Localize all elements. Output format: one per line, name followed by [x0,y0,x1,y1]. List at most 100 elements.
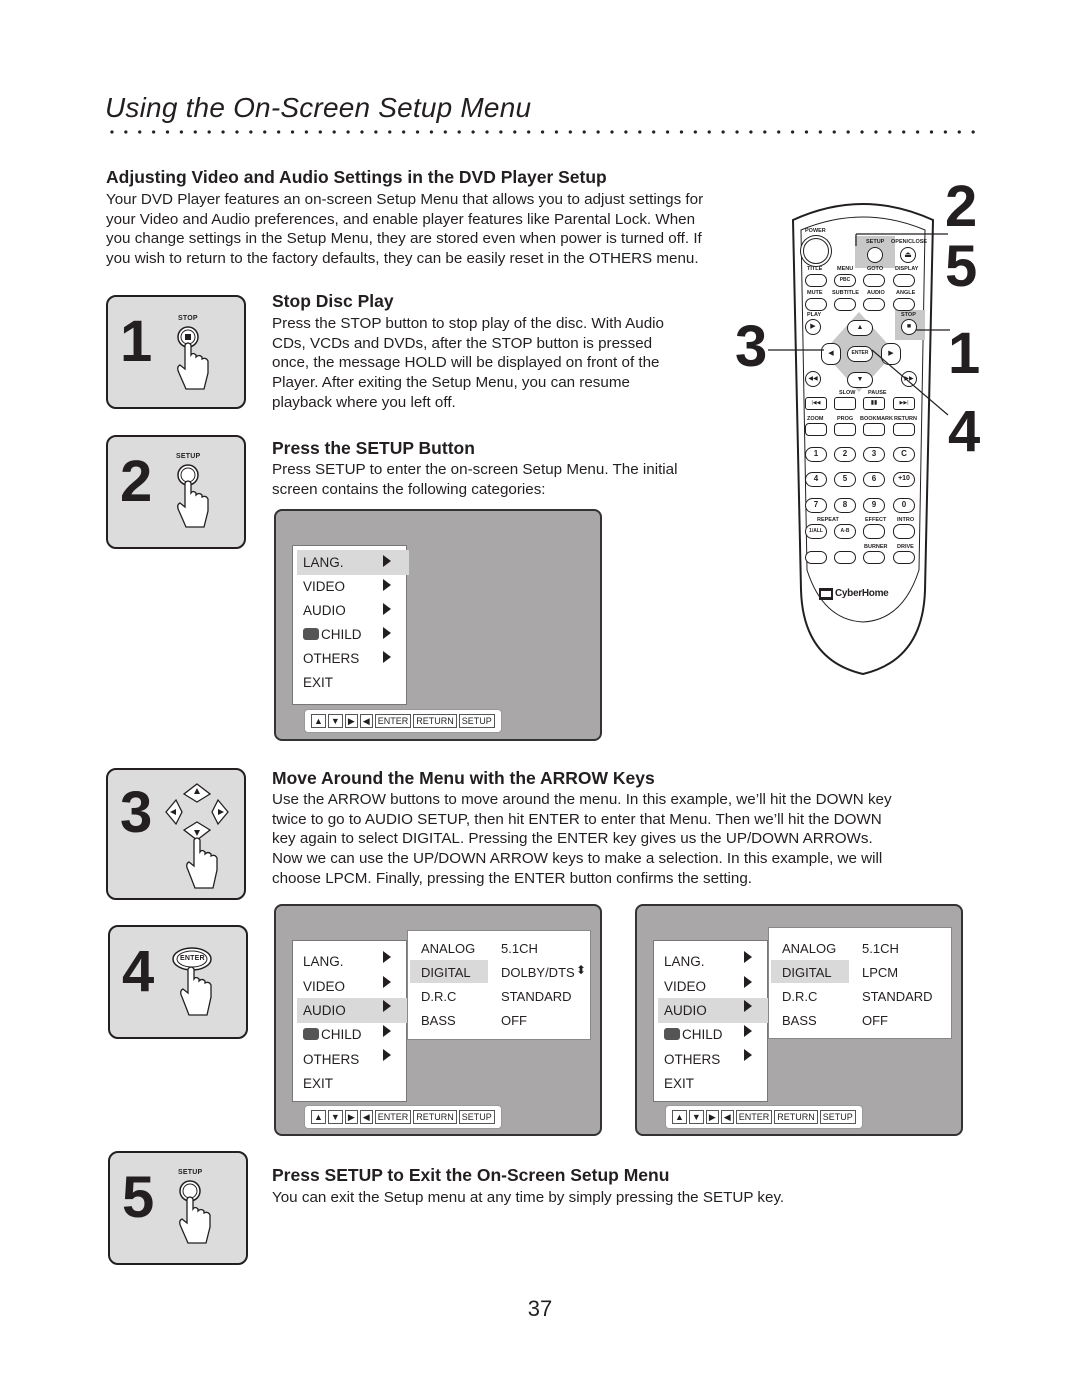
menu-item-video[interactable]: VIDEO [303,579,345,594]
step-3-text: Use the ARROW buttons to move around the… [272,790,972,889]
submenu-arrow-icon [383,555,391,567]
child-icon [664,1028,680,1040]
menu-item-video[interactable]: VIDEO [664,979,706,994]
submenu-label-bass[interactable]: BASS [421,1013,456,1028]
submenu-arrow-icon [744,1000,752,1012]
setup-screen-audio-lpcm: LANG. VIDEO AUDIO CHILD OTHERS EXIT ANAL… [635,904,963,1136]
callout-number: 5 [945,234,978,299]
submenu-value: OFF [501,1013,527,1028]
key-hint-bar: ▲ ▼ ▶ ◀ ENTER RETURN SETUP [304,709,502,733]
effect-button[interactable] [863,524,885,539]
button-label: ENTER [180,955,205,962]
submenu-label-bass[interactable]: BASS [782,1013,817,1028]
submenu-arrow-icon [744,951,752,963]
step-2-box: 2 SETUP [106,435,246,549]
audio-submenu: ANALOG 5.1CH DIGITAL LPCM D.R.C STANDARD… [768,927,952,1039]
submenu-arrow-icon [383,651,391,663]
step-1-box: 1 STOP [106,295,246,409]
return-key: RETURN [413,1110,457,1124]
step-3-box: 3 [106,768,246,900]
menu-item-others[interactable]: OTHERS [664,1052,720,1067]
plus10-button[interactable]: +10 [893,472,915,487]
num-button[interactable]: 8 [834,498,856,513]
submenu-label-drc[interactable]: D.R.C [782,989,817,1004]
button-label: SETUP [176,453,201,460]
callout-number: 3 [735,314,768,379]
submenu-value: 5.1CH [501,941,538,956]
blank-button[interactable] [834,551,856,564]
setup-key: SETUP [458,1110,495,1124]
button-label: SETUP [178,1169,203,1176]
step-number: 1 [120,309,153,374]
num-button[interactable]: 4 [805,472,827,487]
menu-item-child[interactable]: CHILD [664,1027,723,1042]
num-button[interactable]: 9 [863,498,885,513]
up-key-icon: ▲ [311,714,326,728]
menu-item-audio[interactable]: AUDIO [664,1003,707,1018]
submenu-label-analog[interactable]: ANALOG [782,941,836,956]
menu-item-others[interactable]: OTHERS [303,651,359,666]
key-hint-bar: ▲ ▼ ▶ ◀ ENTER RETURN SETUP [304,1105,502,1129]
down-key-icon: ▼ [327,1110,343,1124]
effect-label: EFFECT [865,517,887,523]
setup-key: SETUP [819,1110,856,1124]
menu-item-label: CHILD [321,627,362,642]
step-line: Press the STOP button to stop play of th… [272,315,664,332]
num-button[interactable]: 0 [893,498,915,513]
intro-text: Your DVD Player features an on-screen Se… [106,190,786,269]
callout-number: 1 [948,321,981,386]
up-key-icon: ▲ [672,1110,687,1124]
submenu-value: DOLBY/DTS [501,965,575,980]
burner-label: BURNER [864,544,888,550]
drive-button[interactable] [893,551,915,564]
menu-item-lang[interactable]: LANG. [664,954,705,969]
cyberhome-logo-icon [819,588,833,600]
step-line: once, the message HOLD will be displayed… [272,354,660,372]
intro-line: your Video and Audio preferences, and en… [106,210,696,228]
num-button[interactable]: 6 [863,472,885,487]
repeat-a-b-button[interactable]: A-B [834,524,856,539]
page-number: 37 [527,1296,553,1321]
menu-item-video[interactable]: VIDEO [303,979,345,994]
submenu-arrow-icon [383,976,391,988]
menu-item-label: CHILD [682,1027,723,1042]
menu-item-lang[interactable]: LANG. [303,555,344,570]
menu-item-audio[interactable]: AUDIO [303,603,346,618]
return-key: RETURN [413,714,457,728]
burner-button[interactable] [863,551,885,564]
num-button[interactable]: 7 [805,498,827,513]
menu-item-child[interactable]: CHILD [303,1027,362,1042]
submenu-label-digital[interactable]: DIGITAL [421,965,471,980]
menu-item-exit[interactable]: EXIT [303,1076,333,1091]
menu-item-audio[interactable]: AUDIO [303,1003,346,1018]
step-5-heading: Press SETUP to Exit the On-Screen Setup … [272,1165,670,1185]
submenu-label-digital[interactable]: DIGITAL [782,965,832,980]
step-3-heading: Move Around the Menu with the ARROW Keys [272,768,655,788]
step-5-text: You can exit the Setup menu at any time … [272,1188,892,1208]
menu-item-lang[interactable]: LANG. [303,954,344,969]
button-label: STOP [178,315,198,322]
intro-button[interactable] [893,524,915,539]
enter-key: ENTER [735,1110,773,1124]
submenu-label-analog[interactable]: ANALOG [421,941,475,956]
step-2-text: Press SETUP to enter the on-screen Setup… [272,460,732,499]
step-number: 3 [120,780,153,845]
submenu-value: LPCM [862,965,899,980]
menu-item-child[interactable]: CHILD [303,627,362,642]
menu-item-others[interactable]: OTHERS [303,1052,359,1067]
intro-heading: Adjusting Video and Audio Settings in th… [106,167,607,187]
step-line: twice to go to AUDIO SETUP, then hit ENT… [272,810,882,828]
submenu-label-drc[interactable]: D.R.C [421,989,456,1004]
repeat-1-all-button[interactable]: 1/ALL [805,524,827,539]
step-4-box: 4 ENTER [108,925,248,1039]
menu-item-exit[interactable]: EXIT [664,1076,694,1091]
callout-number: 2 [945,174,978,239]
submenu-value: 5.1CH [862,941,899,956]
down-key-icon: ▼ [688,1110,704,1124]
step-line: Player. After exiting the Setup Menu, yo… [272,374,630,392]
page-title: Using the On-Screen Setup Menu [105,92,532,123]
num-button[interactable]: 5 [834,472,856,487]
blank-button[interactable] [805,551,827,564]
child-icon [303,628,319,640]
menu-item-exit[interactable]: EXIT [303,675,333,690]
